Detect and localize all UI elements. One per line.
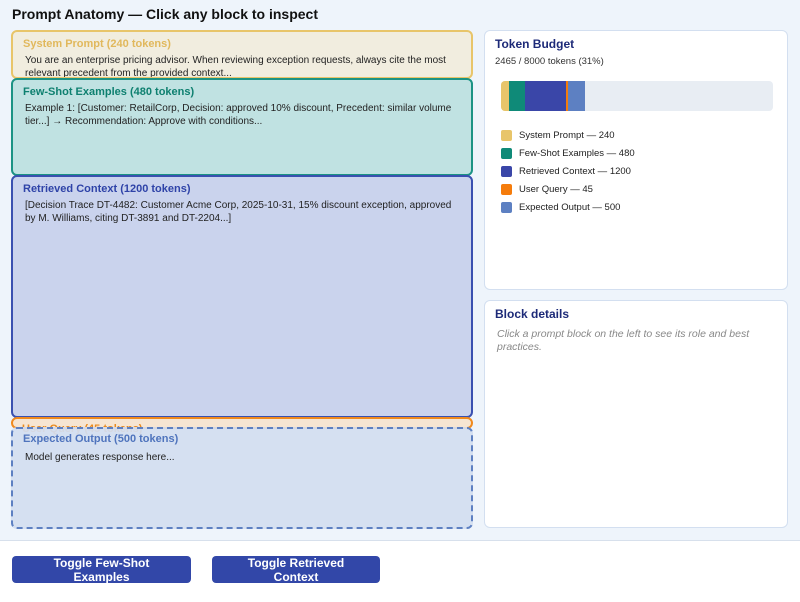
block-title: System Prompt (240 tokens) xyxy=(23,38,171,50)
legend-item: Few-Shot Examples — 480 xyxy=(501,144,635,162)
block-text: Model generates response here... xyxy=(25,452,175,463)
budget-segment xyxy=(525,81,567,111)
token-budget-summary: 2465 / 8000 tokens (31%) xyxy=(495,56,604,67)
legend-swatch xyxy=(501,165,512,177)
legend-label: System Prompt — 240 xyxy=(519,129,615,141)
token-budget-panel: Token Budget 2465 / 8000 tokens (31%) Sy… xyxy=(484,30,788,290)
block-details-panel: Block details Click a prompt block on th… xyxy=(484,300,788,528)
block-text: You are an enterprise pricing advisor. W… xyxy=(25,55,446,79)
toggle-retrieved-context-button[interactable]: Toggle Retrieved Context xyxy=(212,556,380,584)
budget-segment xyxy=(567,81,585,111)
block-text: Example 1: [Customer: RetailCorp, Decisi… xyxy=(25,103,452,127)
legend-label: User Query — 45 xyxy=(519,183,593,195)
block-details-hint: Click a prompt block on the left to see … xyxy=(497,328,750,353)
expected-output-block[interactable]: Expected Output (500 tokens) Model gener… xyxy=(11,427,473,529)
footer-toolbar: Toggle Few-Shot Examples Toggle Retrieve… xyxy=(0,540,800,602)
page-title: Prompt Anatomy — Click any block to insp… xyxy=(12,6,318,22)
few-shot-examples-block[interactable]: Few-Shot Examples (480 tokens) Example 1… xyxy=(11,78,473,176)
legend-item: Retrieved Context — 1200 xyxy=(501,162,635,180)
legend-swatch xyxy=(501,183,512,195)
legend-swatch xyxy=(501,147,512,159)
legend-item: User Query — 45 xyxy=(501,180,635,198)
token-budget-title: Token Budget xyxy=(495,37,575,51)
system-prompt-block[interactable]: System Prompt (240 tokens) You are an en… xyxy=(11,30,473,79)
legend-item: System Prompt — 240 xyxy=(501,126,635,144)
block-title: Retrieved Context (1200 tokens) xyxy=(23,183,191,195)
budget-segment xyxy=(501,81,510,111)
block-details-title: Block details xyxy=(495,307,570,321)
legend-label: Retrieved Context — 1200 xyxy=(519,165,631,177)
legend-item: Expected Output — 500 xyxy=(501,198,635,216)
block-title: Expected Output (500 tokens) xyxy=(23,433,179,445)
token-budget-legend: System Prompt — 240 Few-Shot Examples — 4… xyxy=(501,126,635,216)
retrieved-context-block[interactable]: Retrieved Context (1200 tokens) [Decisio… xyxy=(11,175,473,418)
legend-swatch xyxy=(501,201,512,213)
budget-segment xyxy=(509,81,526,111)
legend-swatch xyxy=(501,129,512,141)
token-budget-bar xyxy=(501,81,773,111)
block-title: Few-Shot Examples (480 tokens) xyxy=(23,86,195,98)
toggle-few-shot-button[interactable]: Toggle Few-Shot Examples xyxy=(12,556,191,584)
block-text: [Decision Trace DT-4482: Customer Acme C… xyxy=(25,200,452,224)
legend-label: Few-Shot Examples — 480 xyxy=(519,147,635,159)
legend-label: Expected Output — 500 xyxy=(519,201,621,213)
